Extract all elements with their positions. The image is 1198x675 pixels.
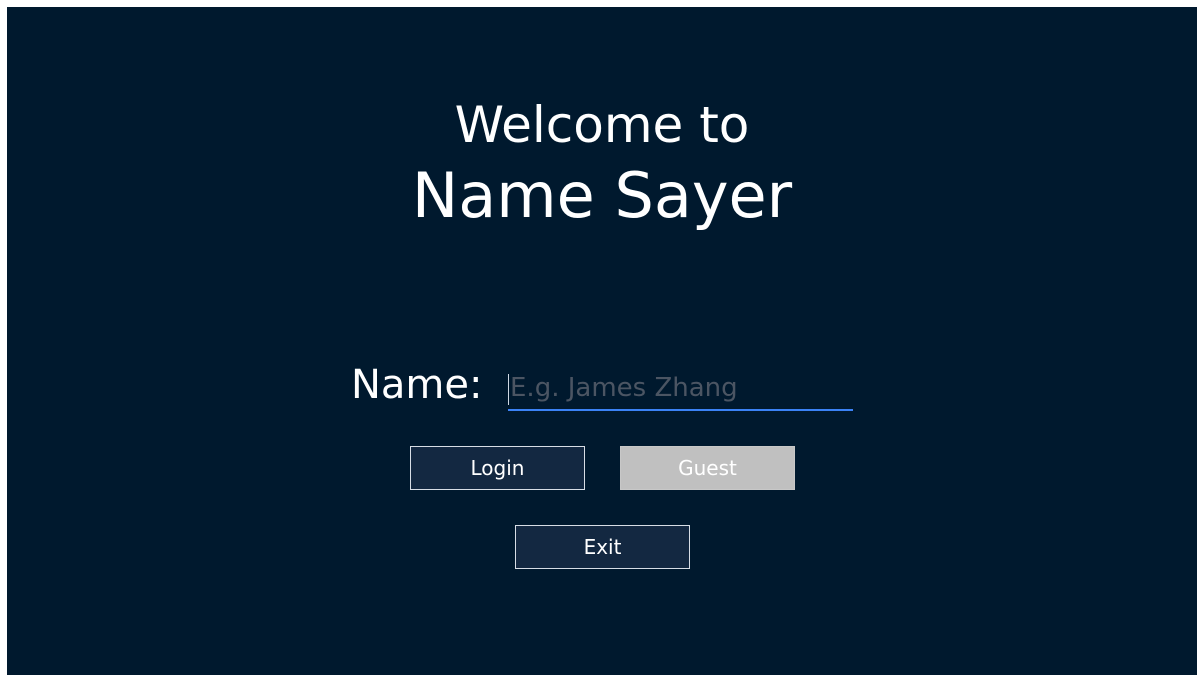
app-title: Name Sayer — [411, 159, 793, 232]
login-button[interactable]: Login — [410, 446, 585, 490]
app-window: Welcome to Name Sayer Name: Login Guest … — [7, 7, 1197, 675]
welcome-heading: Welcome to — [454, 96, 750, 154]
exit-button[interactable]: Exit — [515, 525, 690, 569]
name-input[interactable] — [508, 367, 853, 411]
name-label: Name: — [351, 362, 483, 408]
guest-button[interactable]: Guest — [620, 446, 795, 490]
text-caret — [508, 374, 509, 405]
